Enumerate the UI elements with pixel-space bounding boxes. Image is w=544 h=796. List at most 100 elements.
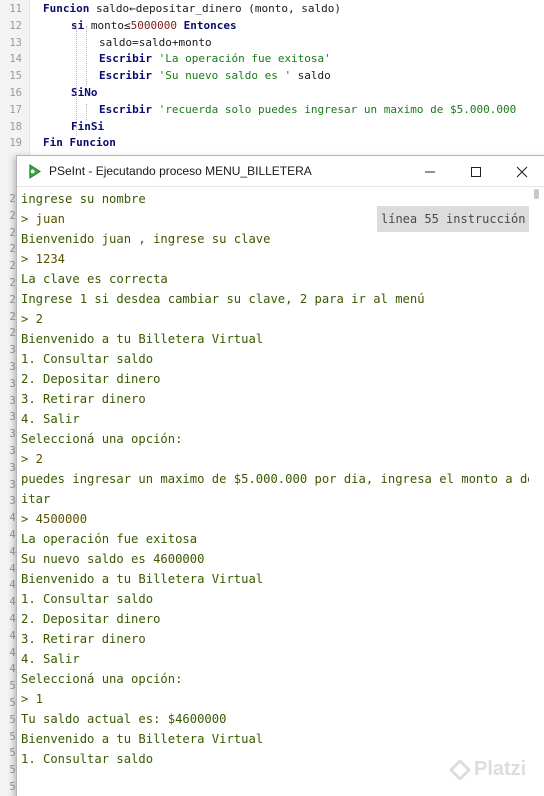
line-number-text: 27 bbox=[9, 293, 16, 306]
line-number-text: 54 bbox=[9, 747, 16, 760]
line-number: 29 bbox=[0, 325, 16, 342]
console-output-line: La operación fue exitosa bbox=[21, 532, 198, 546]
console-output-line: Bienvenido a tu Billetera Virtual bbox=[21, 572, 264, 586]
code-token: Funcion bbox=[43, 2, 96, 15]
minimize-button[interactable] bbox=[407, 156, 453, 187]
line-number: 14 bbox=[9, 53, 22, 66]
line-number-text: 46 bbox=[9, 613, 16, 625]
code-text: Escribir 'Su nuevo saldo es ' saldo bbox=[99, 68, 331, 85]
line-number-text: 43 bbox=[9, 562, 16, 575]
code-token: saldo bbox=[291, 69, 331, 83]
code-token: Escribir bbox=[99, 52, 159, 66]
console-output-line: itar bbox=[21, 492, 51, 506]
code-line[interactable]: 15 Escribir 'Su nuevo saldo es ' saldo bbox=[0, 68, 544, 85]
line-number: 11 bbox=[9, 3, 22, 15]
line-number-text: 30 bbox=[9, 344, 16, 357]
line-number: 54 bbox=[0, 745, 16, 762]
code-line[interactable]: 12 si monto≤5000000 Entonces bbox=[0, 18, 544, 35]
line-number: 52 bbox=[0, 712, 16, 729]
code-line[interactable]: 17 Escribir 'recuerda solo puedes ingresa… bbox=[0, 102, 544, 119]
scrollbar-thumb[interactable] bbox=[534, 189, 539, 199]
line-number: 46 bbox=[0, 611, 16, 628]
window-titlebar[interactable]: PSeInt - Ejecutando proceso MENU_BILLETE… bbox=[17, 156, 544, 187]
console-output-line: Bienvenido juan , ingrese su clave bbox=[21, 232, 271, 246]
line-number: 27 bbox=[0, 292, 16, 309]
line-number-text: 56 bbox=[9, 781, 16, 793]
code-token: si bbox=[71, 18, 91, 32]
code-token: 'recuerda solo puedes ingresar un maximo… bbox=[158, 102, 517, 116]
console-output-line: Ingrese 1 si desdea cambiar su clave, 2 … bbox=[21, 292, 425, 306]
line-number: 35 bbox=[0, 426, 16, 443]
code-line[interactable]: 16 SiNo bbox=[0, 85, 544, 102]
line-number: 49 bbox=[0, 661, 16, 678]
console-output-line: 2. Depositar dinero bbox=[21, 612, 161, 626]
line-number: 28 bbox=[0, 309, 16, 326]
line-number: 44 bbox=[0, 577, 16, 594]
code-token: SiNo bbox=[71, 86, 98, 99]
line-number: 43 bbox=[0, 561, 16, 578]
code-line[interactable]: 18 FinSi bbox=[0, 119, 544, 136]
line-number: 56 bbox=[0, 779, 16, 796]
line-number: 55 bbox=[0, 762, 16, 779]
line-number: 34 bbox=[0, 409, 16, 426]
console-output[interactable]: ingrese su nombre > juan Bienvenido juan ,… bbox=[21, 189, 537, 794]
console-output-line: La clave es correcta bbox=[21, 272, 168, 286]
line-number: 51 bbox=[0, 695, 16, 712]
line-number-text: 21 bbox=[9, 193, 16, 205]
code-text: Escribir 'La operación fue exitosa' bbox=[99, 51, 331, 68]
code-text: Escribir 'recuerda solo puedes ingresar … bbox=[99, 102, 516, 119]
console-output-line: Bienvenido a tu Billetera Virtual bbox=[21, 732, 264, 746]
console-output-line: 4. Salir bbox=[21, 412, 80, 426]
line-number: 50 bbox=[0, 678, 16, 695]
line-number-text: 41 bbox=[9, 529, 16, 541]
close-button[interactable] bbox=[499, 156, 544, 187]
line-number-text: 39 bbox=[9, 495, 16, 508]
line-number: 15 bbox=[9, 70, 22, 83]
maximize-icon bbox=[471, 166, 481, 177]
line-number-text: 52 bbox=[9, 713, 16, 726]
line-number-text: 32 bbox=[9, 377, 16, 390]
code-line[interactable]: 13 saldo=saldo+monto bbox=[0, 35, 544, 52]
line-number-text: 29 bbox=[9, 327, 16, 340]
line-number-text: 37 bbox=[9, 461, 16, 474]
line-number-text: 36 bbox=[9, 445, 16, 457]
line-number: 47 bbox=[0, 628, 16, 645]
console-output-line: 4. Salir bbox=[21, 652, 80, 666]
code-line[interactable]: 14 Escribir 'La operación fue exitosa' bbox=[0, 51, 544, 68]
code-line[interactable]: 11 Funcion saldo←depositar_dinero (monto,… bbox=[0, 1, 544, 18]
pseint-app-icon bbox=[29, 164, 41, 179]
line-number: 48 bbox=[0, 645, 16, 662]
line-number: 37 bbox=[0, 460, 16, 477]
code-text: Fin Funcion bbox=[43, 135, 116, 152]
line-number-text: 47 bbox=[9, 629, 16, 642]
console-output-line: 3. Retirar dinero bbox=[21, 632, 146, 646]
console-output-line: Seleccioná una opción: bbox=[21, 672, 183, 686]
vertical-scrollbar[interactable] bbox=[529, 187, 544, 796]
line-number: 33 bbox=[0, 393, 16, 410]
code-line[interactable]: 19 Fin Funcion bbox=[0, 135, 544, 152]
line-number-text: 49 bbox=[9, 663, 16, 676]
code-token: Entonces bbox=[176, 18, 237, 32]
maximize-button[interactable] bbox=[453, 156, 499, 187]
line-number: 40 bbox=[0, 510, 16, 527]
close-icon bbox=[516, 166, 528, 177]
code-token: monto≤ bbox=[90, 18, 131, 32]
console-output-line: Su nuevo saldo es 4600000 bbox=[21, 552, 205, 566]
line-number: 24 bbox=[0, 241, 16, 258]
line-number-text: 55 bbox=[9, 764, 16, 777]
console-output-line: 2. Depositar dinero bbox=[21, 372, 161, 386]
line-number: 31 bbox=[0, 359, 16, 376]
console-output-line: 3. Retirar dinero bbox=[21, 392, 146, 406]
console-input-line: > 1 bbox=[21, 692, 44, 706]
line-number-text: 26 bbox=[9, 277, 16, 289]
line-number: 39 bbox=[0, 493, 16, 510]
code-text: si monto≤5000000 Entonces bbox=[71, 18, 237, 35]
line-number: 41 bbox=[0, 527, 16, 544]
line-number-text: 44 bbox=[9, 579, 16, 592]
console-output-line: 1. Consultar saldo bbox=[21, 592, 154, 606]
line-number-text: 23 bbox=[9, 226, 16, 239]
indent-guide bbox=[86, 104, 87, 120]
console-output-line: Seleccioná una opción: bbox=[21, 432, 183, 446]
minimize-icon bbox=[425, 171, 435, 172]
console-output-line: puedes ingresar un maximo de $5.000.000 … bbox=[21, 472, 537, 486]
